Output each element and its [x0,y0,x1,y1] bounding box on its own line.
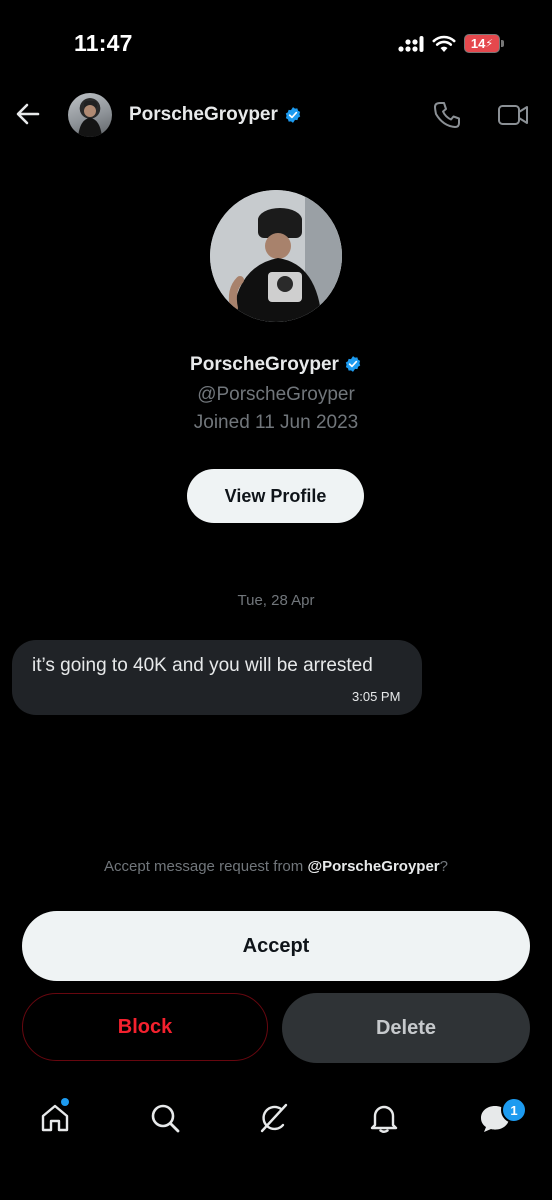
nav-home[interactable] [36,1099,74,1137]
block-button[interactable]: Block [22,993,268,1061]
wifi-icon [432,35,456,52]
header-avatar[interactable] [68,93,112,137]
arrow-left-icon[interactable] [14,100,42,128]
accept-button[interactable]: Accept [22,911,530,981]
bell-icon [370,1105,398,1133]
status-time: 11:47 [74,30,133,56]
header-name: PorscheGroyper [129,104,278,125]
verified-badge-icon [345,356,361,372]
message-text: it’s going to 40K and you will be arrest… [32,655,373,676]
messages-badge: 1 [501,1097,527,1123]
verified-badge-icon [285,107,301,123]
slash-circle-icon [260,1103,288,1133]
nav-notifications[interactable] [365,1099,403,1137]
message-timestamp: 3:05 PM [352,689,401,704]
profile-joined-date: Joined 11 Jun 2023 [193,412,359,433]
delete-button[interactable]: Delete [282,993,530,1063]
signal-icon [398,35,424,52]
message-request-prompt: Accept message request from @PorscheGroy… [0,858,552,875]
search-icon [151,1104,180,1133]
home-notification-dot [61,1098,69,1106]
view-profile-button[interactable]: View Profile [187,469,364,523]
status-icons: 14 ⚡ [398,34,504,53]
nav-grok[interactable] [255,1099,293,1137]
home-icon [41,1104,69,1132]
date-separator: Tue, 28 Apr [237,592,315,609]
request-prompt-suffix: ? [439,858,448,875]
header-name-row[interactable]: PorscheGroyper [129,104,302,126]
profile-name-row: PorscheGroyper [0,354,552,379]
request-prompt-handle[interactable]: @PorscheGroyper [307,858,439,875]
nav-search[interactable] [146,1099,184,1137]
profile-avatar[interactable] [210,190,342,322]
phone-icon[interactable] [432,100,462,130]
profile-name: PorscheGroyper [190,354,339,375]
battery-level: 14 [470,36,486,51]
video-camera-icon[interactable] [497,101,529,129]
request-prompt-prefix: Accept message request from [104,858,308,875]
battery-indicator: 14 ⚡ [464,34,504,53]
profile-handle: @PorscheGroyper [197,384,355,405]
